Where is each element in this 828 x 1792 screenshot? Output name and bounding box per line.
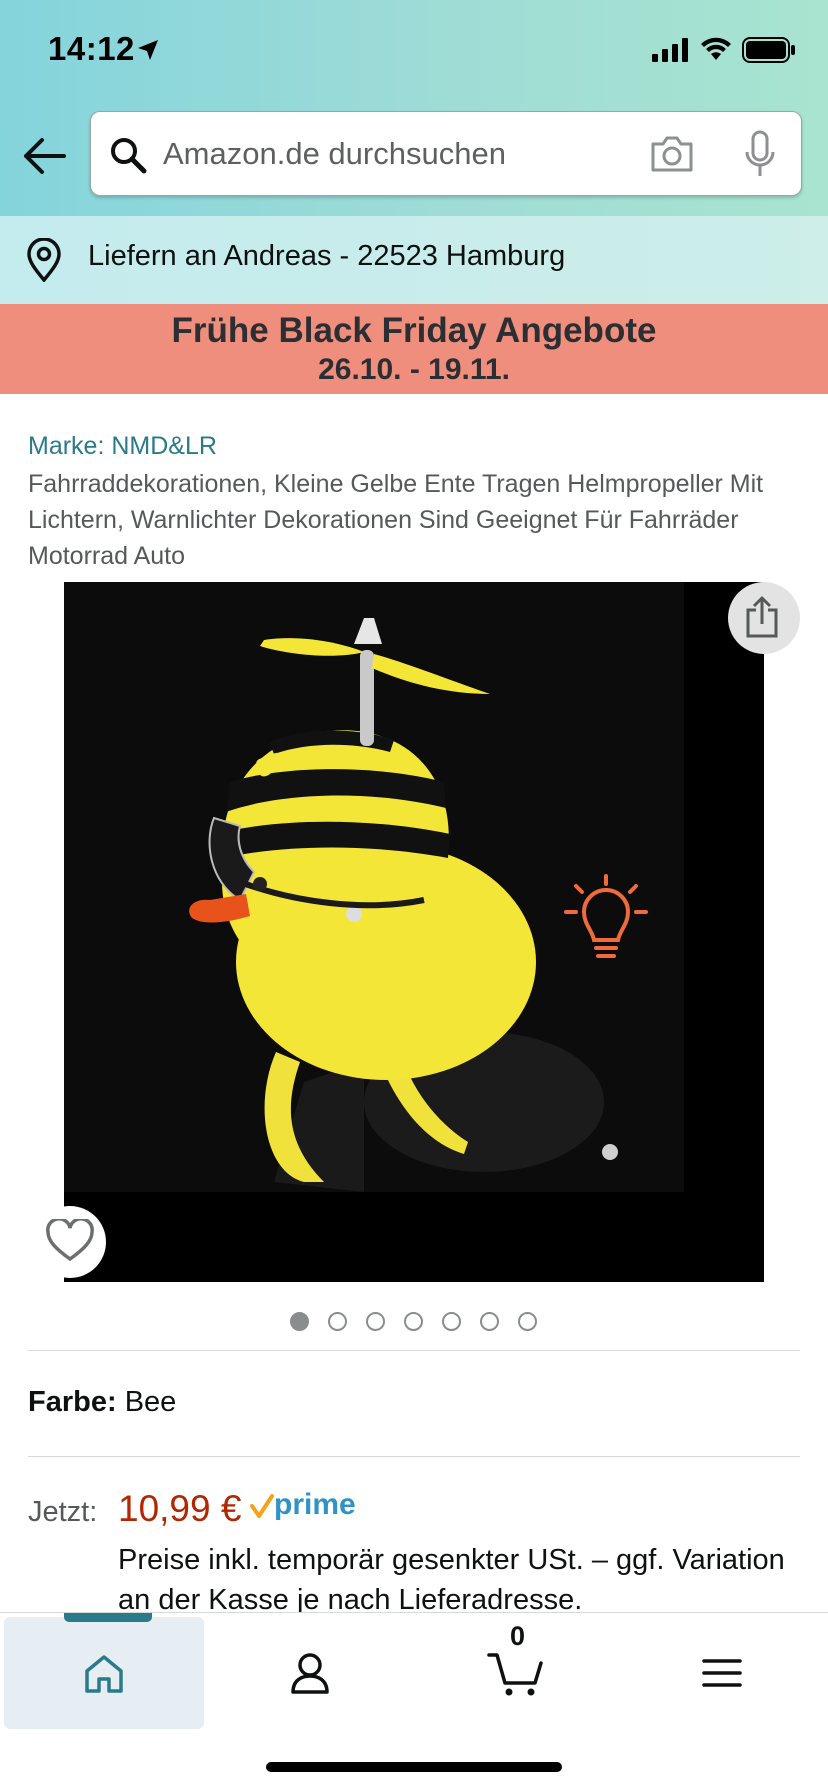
location-arrow-icon [138,40,158,60]
share-button[interactable] [728,582,800,654]
rubber-duck-illustration: 88 [64,582,764,1282]
battery-icon [742,37,795,63]
status-bar: 14:12 [0,0,828,100]
color-selector[interactable]: Farbe: Bee [28,1386,176,1419]
delivery-address: Liefern an Andreas - 22523 Hamburg [88,240,566,272]
divider [28,1350,800,1351]
cart-icon [487,1653,543,1696]
status-time: 14:12 [48,30,135,67]
cellular-signal-icon [652,38,688,62]
cart-count: 0 [510,1621,526,1651]
wifi-icon [701,37,731,60]
home-icon [85,1655,123,1693]
wishlist-button[interactable] [34,1206,106,1278]
carousel-dot[interactable] [518,1312,537,1331]
back-arrow-icon[interactable] [22,136,66,176]
share-icon [746,596,778,638]
nav-menu[interactable] [622,1617,822,1729]
carousel-dot[interactable] [366,1312,385,1331]
home-indicator[interactable] [266,1762,562,1772]
color-label: Farbe: [28,1386,117,1418]
promo-banner[interactable]: Frühe Black Friday Angebote 26.10. - 19.… [0,304,828,394]
carousel-dot[interactable] [442,1312,461,1331]
search-input[interactable] [163,128,623,180]
menu-icon [702,1659,742,1687]
price-note: Preise inkl. temporär gesenkter USt. – g… [118,1544,785,1616]
nav-home[interactable] [4,1613,204,1729]
color-value: Bee [124,1386,177,1418]
heart-icon [46,1219,94,1262]
price-label: Jetzt: [28,1496,98,1528]
camera-icon[interactable] [649,134,695,174]
location-pin-icon [27,238,61,282]
account-icon [291,1653,329,1694]
image-carousel-dots [290,1312,550,1332]
delivery-location-bar[interactable]: Liefern an Andreas - 22523 Hamburg [0,216,828,304]
search-bar[interactable] [90,111,802,196]
nav-account[interactable] [210,1617,410,1729]
promo-dates: 26.10. - 19.11. [318,353,510,386]
microphone-icon[interactable] [743,130,777,178]
product-title: Fahrraddekorationen, Kleine Gelbe Ente T… [28,470,764,570]
carousel-dot[interactable] [290,1312,309,1331]
prime-badge-icon: prime [250,1490,356,1521]
divider [28,1456,800,1457]
active-tab-indicator [64,1613,152,1622]
carousel-dot[interactable] [404,1312,423,1331]
promo-title: Frühe Black Friday Angebote [171,311,657,350]
price-value: 10,99 € [118,1488,242,1529]
product-image[interactable]: 88 [64,582,764,1282]
carousel-dot[interactable] [328,1312,347,1331]
brand-link[interactable]: Marke: NMD&LR [28,432,217,461]
search-icon [111,138,147,174]
prime-text: prime [274,1490,356,1521]
carousel-dot[interactable] [480,1312,499,1331]
